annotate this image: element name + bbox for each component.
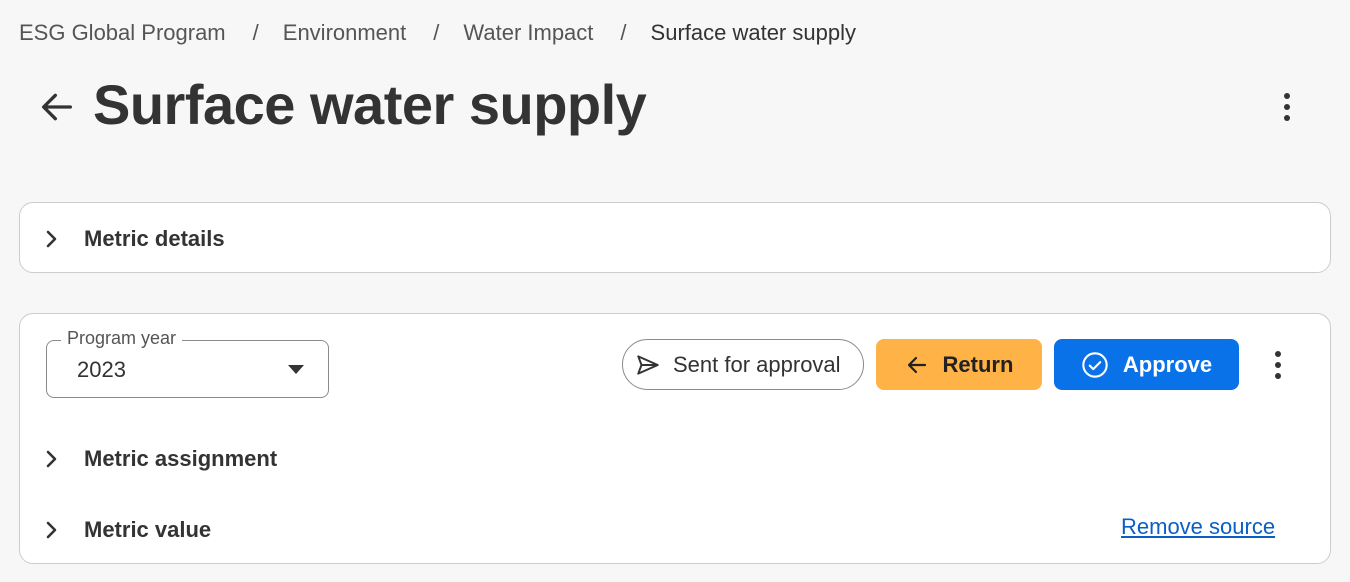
metric-details-card: Metric details — [19, 202, 1331, 273]
program-year-value: 2023 — [77, 357, 126, 382]
remove-source-link[interactable]: Remove source — [1121, 514, 1275, 540]
metric-details-toggle[interactable]: Metric details — [20, 219, 225, 259]
chevron-right-icon — [20, 229, 84, 249]
status-label: Sent for approval — [673, 351, 841, 377]
return-button[interactable]: Return — [876, 339, 1042, 390]
page-menu-button[interactable] — [1266, 86, 1308, 128]
breadcrumb-esg-global-program[interactable]: ESG Global Program — [19, 20, 226, 46]
more-vertical-icon — [1284, 93, 1290, 121]
breadcrumb-separator: / — [620, 20, 627, 45]
breadcrumb-environment[interactable]: Environment — [283, 20, 407, 46]
metric-details-label: Metric details — [84, 226, 225, 251]
caret-down-icon — [288, 365, 304, 374]
metric-assignment-toggle[interactable]: Metric assignment — [20, 439, 277, 479]
arrow-left-icon — [42, 93, 73, 121]
chevron-right-icon — [20, 520, 84, 540]
arrow-left-icon — [905, 353, 929, 377]
approve-label: Approve — [1122, 351, 1213, 377]
check-circle-icon — [1081, 351, 1109, 379]
return-label: Return — [942, 351, 1014, 377]
back-button[interactable] — [34, 84, 80, 130]
program-year-label: Program year — [61, 328, 183, 349]
metric-assignment-label: Metric assignment — [84, 446, 278, 471]
metric-review-card: Program year 2023 Sent for approval Retu… — [19, 313, 1331, 564]
breadcrumb-separator: / — [252, 20, 259, 45]
metric-value-toggle[interactable]: Metric value — [20, 510, 211, 550]
breadcrumb: ESG Global Program / Environment / Water… — [19, 18, 856, 48]
metric-value-label: Metric value — [84, 517, 212, 542]
breadcrumb-water-impact[interactable]: Water Impact — [463, 20, 593, 46]
card-menu-button[interactable] — [1258, 344, 1298, 386]
send-icon — [635, 352, 661, 378]
status-chip: Sent for approval — [622, 339, 864, 390]
program-year-select[interactable]: Program year 2023 — [46, 328, 329, 398]
approve-button[interactable]: Approve — [1054, 339, 1239, 390]
page-title: Surface water supply — [93, 73, 647, 136]
more-vertical-icon — [1275, 351, 1281, 379]
breadcrumb-current: Surface water supply — [650, 20, 856, 45]
chevron-right-icon — [20, 449, 84, 469]
breadcrumb-separator: / — [433, 20, 440, 45]
